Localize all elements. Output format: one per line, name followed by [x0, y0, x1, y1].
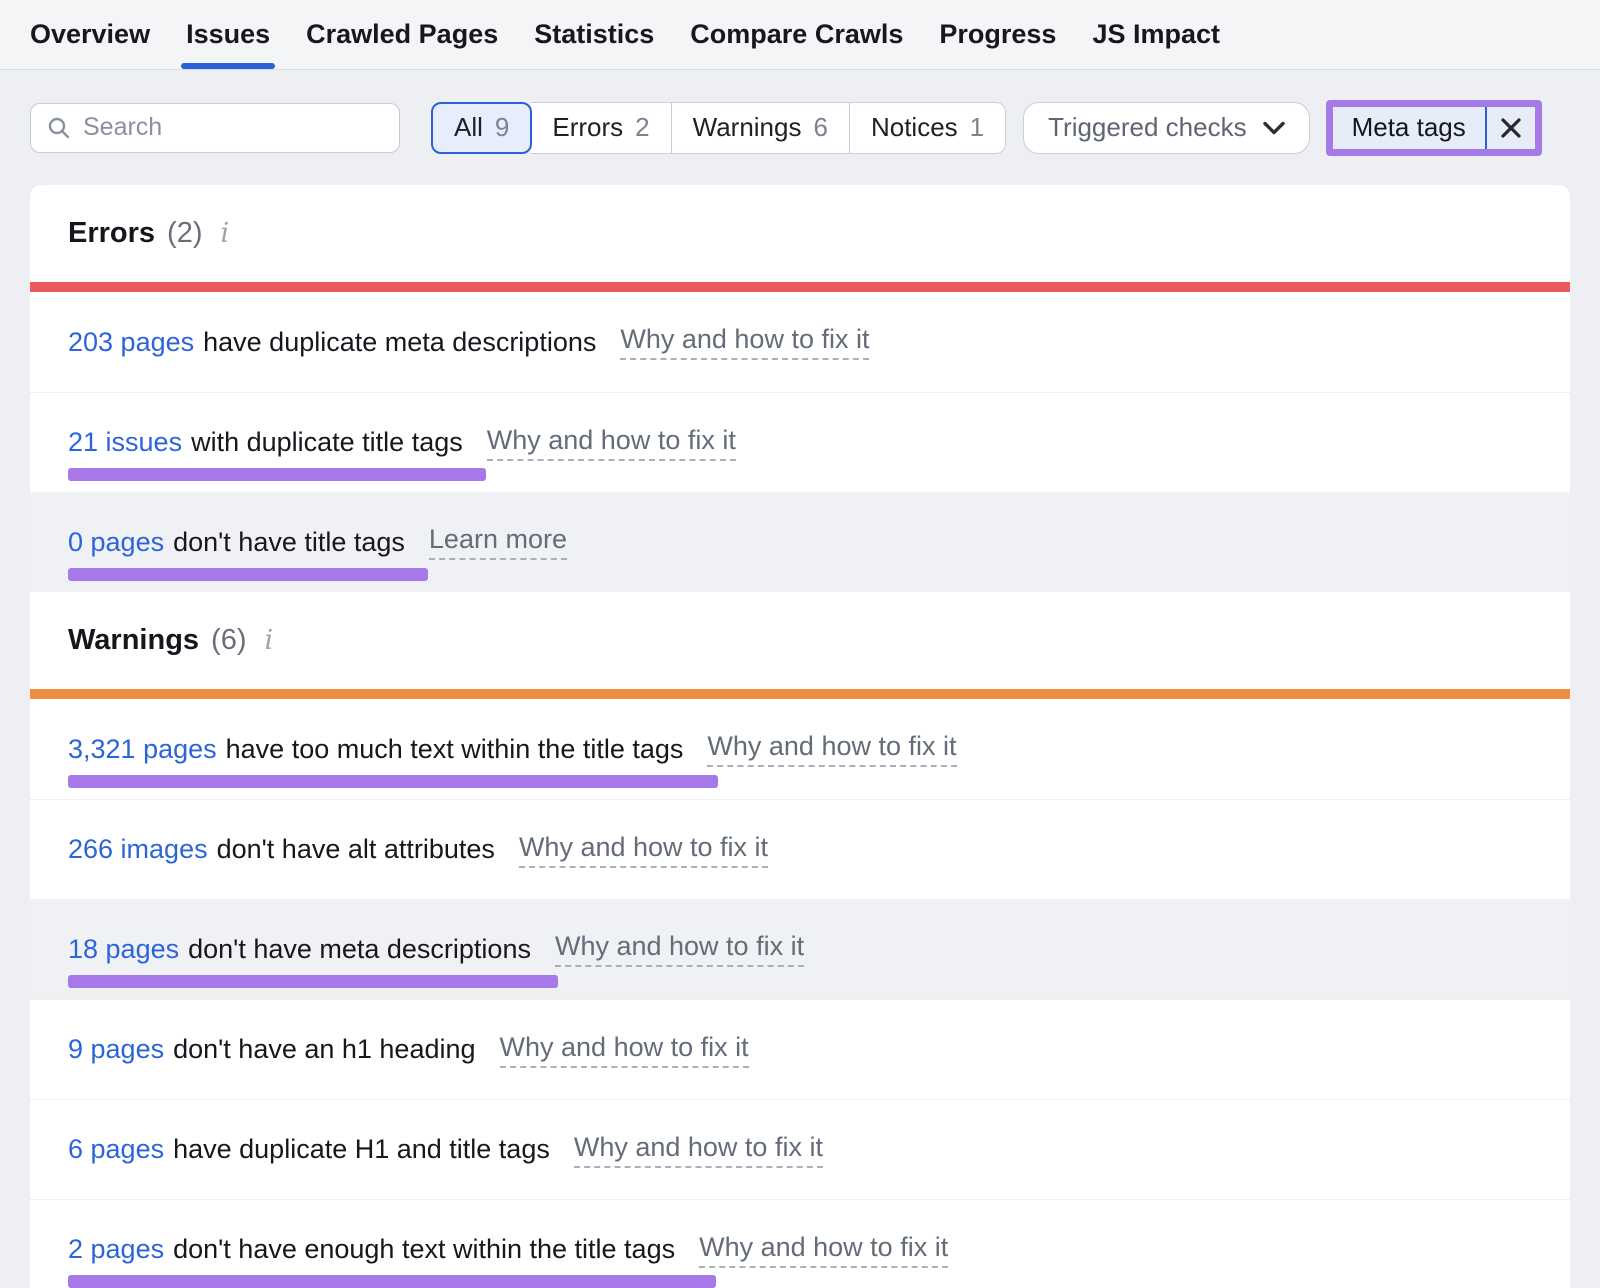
issues-section-errors: Errors (2) i 203 pages have duplicate me… [30, 185, 1570, 592]
chevron-down-icon [1263, 121, 1285, 135]
issue-count-link[interactable]: 203 pages [68, 327, 194, 358]
why-how-to-fix-link[interactable]: Why and how to fix it [500, 1032, 749, 1068]
nav-tab-label: JS Impact [1092, 19, 1220, 50]
issue-row: 0 pages don't have title tags Learn more [30, 492, 1570, 592]
filter-segment-all[interactable]: All 9 [431, 102, 532, 154]
issue-row: 18 pages don't have meta descriptions Wh… [30, 899, 1570, 999]
purple-highlight-annotation [68, 468, 486, 481]
section-count: (6) [211, 624, 246, 657]
filter-segment-warnings[interactable]: Warnings 6 [672, 102, 850, 154]
issue-description: don't have meta descriptions [188, 934, 531, 965]
section-severity-bar [30, 282, 1570, 292]
top-nav: Overview Issues Crawled Pages Statistics… [0, 0, 1600, 70]
search-input[interactable] [83, 113, 383, 142]
issue-count-link[interactable]: 2 pages [68, 1234, 164, 1265]
nav-tab-label: Crawled Pages [306, 19, 498, 50]
why-how-to-fix-link[interactable]: Why and how to fix it [487, 425, 736, 461]
nav-tab-issues[interactable]: Issues [186, 0, 270, 69]
issue-count-link[interactable]: 0 pages [68, 527, 164, 558]
nav-tab-compare-crawls[interactable]: Compare Crawls [690, 0, 903, 69]
issue-count-link[interactable]: 21 issues [68, 427, 182, 458]
purple-highlight-annotation [68, 975, 558, 988]
issue-description: don't have an h1 heading [173, 1034, 475, 1065]
issue-description: don't have title tags [173, 527, 405, 558]
meta-tags-filter-annotation: Meta tags [1326, 100, 1542, 156]
filter-segment-count: 1 [970, 112, 984, 143]
filter-segment-label: All [454, 112, 483, 143]
issue-description: have duplicate H1 and title tags [173, 1134, 550, 1165]
why-how-to-fix-link[interactable]: Why and how to fix it [620, 324, 869, 360]
filter-toolbar: All 9 Errors 2 Warnings 6 Notices 1 Trig… [0, 70, 1600, 185]
issue-count-link[interactable]: 3,321 pages [68, 734, 217, 765]
nav-tab-label: Statistics [534, 19, 654, 50]
issues-section-warnings: Warnings (6) i 3,321 pages have too much… [30, 592, 1570, 1288]
nav-tab-js-impact[interactable]: JS Impact [1092, 0, 1220, 69]
issue-description: don't have alt attributes [217, 834, 495, 865]
nav-tab-label: Overview [30, 19, 150, 50]
issue-row: 2 pages don't have enough text within th… [30, 1199, 1570, 1288]
nav-tab-progress[interactable]: Progress [939, 0, 1056, 69]
meta-tags-filter-chip: Meta tags [1333, 107, 1535, 149]
purple-highlight-annotation [68, 1275, 716, 1288]
filter-chip-label: Meta tags [1333, 107, 1485, 149]
filter-segment-count: 9 [495, 112, 509, 143]
filter-segment-label: Notices [871, 112, 958, 143]
issue-count-link[interactable]: 6 pages [68, 1134, 164, 1165]
section-header: Errors (2) i [30, 185, 1570, 282]
filter-segment-notices[interactable]: Notices 1 [850, 102, 1006, 154]
issue-row: 3,321 pages have too much text within th… [30, 699, 1570, 799]
nav-tab-label: Compare Crawls [690, 19, 903, 50]
nav-tab-crawled-pages[interactable]: Crawled Pages [306, 0, 498, 69]
section-header: Warnings (6) i [30, 592, 1570, 689]
remove-filter-button[interactable] [1487, 107, 1535, 149]
issue-count-link[interactable]: 266 images [68, 834, 208, 865]
section-title: Errors [68, 217, 155, 250]
why-how-to-fix-link[interactable]: Learn more [429, 524, 567, 560]
filter-segment-errors[interactable]: Errors 2 [531, 102, 671, 154]
info-icon[interactable]: i [265, 625, 274, 656]
nav-tab-statistics[interactable]: Statistics [534, 0, 654, 69]
purple-highlight-annotation [68, 775, 718, 788]
search-icon [47, 116, 71, 140]
issue-count-link[interactable]: 18 pages [68, 934, 179, 965]
issue-description: don't have enough text within the title … [173, 1234, 675, 1265]
purple-highlight-annotation [68, 568, 428, 581]
filter-segment-label: Errors [552, 112, 623, 143]
why-how-to-fix-link[interactable]: Why and how to fix it [519, 832, 768, 868]
section-severity-bar [30, 689, 1570, 699]
issue-row: 6 pages have duplicate H1 and title tags… [30, 1099, 1570, 1199]
triggered-checks-label: Triggered checks [1048, 112, 1246, 143]
search-box[interactable] [30, 103, 400, 153]
close-icon [1500, 117, 1522, 139]
triggered-checks-dropdown[interactable]: Triggered checks [1023, 102, 1309, 154]
filter-segment-count: 2 [635, 112, 649, 143]
nav-tab-overview[interactable]: Overview [30, 0, 150, 69]
section-rows: 203 pages have duplicate meta descriptio… [30, 292, 1570, 592]
info-icon[interactable]: i [221, 218, 230, 249]
issue-row: 9 pages don't have an h1 heading Why and… [30, 999, 1570, 1099]
issue-row: 203 pages have duplicate meta descriptio… [30, 292, 1570, 392]
why-how-to-fix-link[interactable]: Why and how to fix it [707, 731, 956, 767]
severity-segmented-control: All 9 Errors 2 Warnings 6 Notices 1 [432, 102, 1006, 154]
nav-tab-label: Issues [186, 19, 270, 50]
nav-tab-label: Progress [939, 19, 1056, 50]
why-how-to-fix-link[interactable]: Why and how to fix it [555, 931, 804, 967]
issue-description: have duplicate meta descriptions [203, 327, 596, 358]
section-title: Warnings [68, 624, 199, 657]
issue-row: 266 images don't have alt attributes Why… [30, 799, 1570, 899]
filter-segment-label: Warnings [693, 112, 802, 143]
issue-description: with duplicate title tags [191, 427, 463, 458]
issue-count-link[interactable]: 9 pages [68, 1034, 164, 1065]
issue-description: have too much text within the title tags [226, 734, 684, 765]
why-how-to-fix-link[interactable]: Why and how to fix it [699, 1232, 948, 1268]
issues-list-card: Errors (2) i 203 pages have duplicate me… [30, 185, 1570, 1288]
issue-row: 21 issues with duplicate title tags Why … [30, 392, 1570, 492]
why-how-to-fix-link[interactable]: Why and how to fix it [574, 1132, 823, 1168]
section-rows: 3,321 pages have too much text within th… [30, 699, 1570, 1288]
filter-segment-count: 6 [813, 112, 827, 143]
section-count: (2) [167, 217, 202, 250]
